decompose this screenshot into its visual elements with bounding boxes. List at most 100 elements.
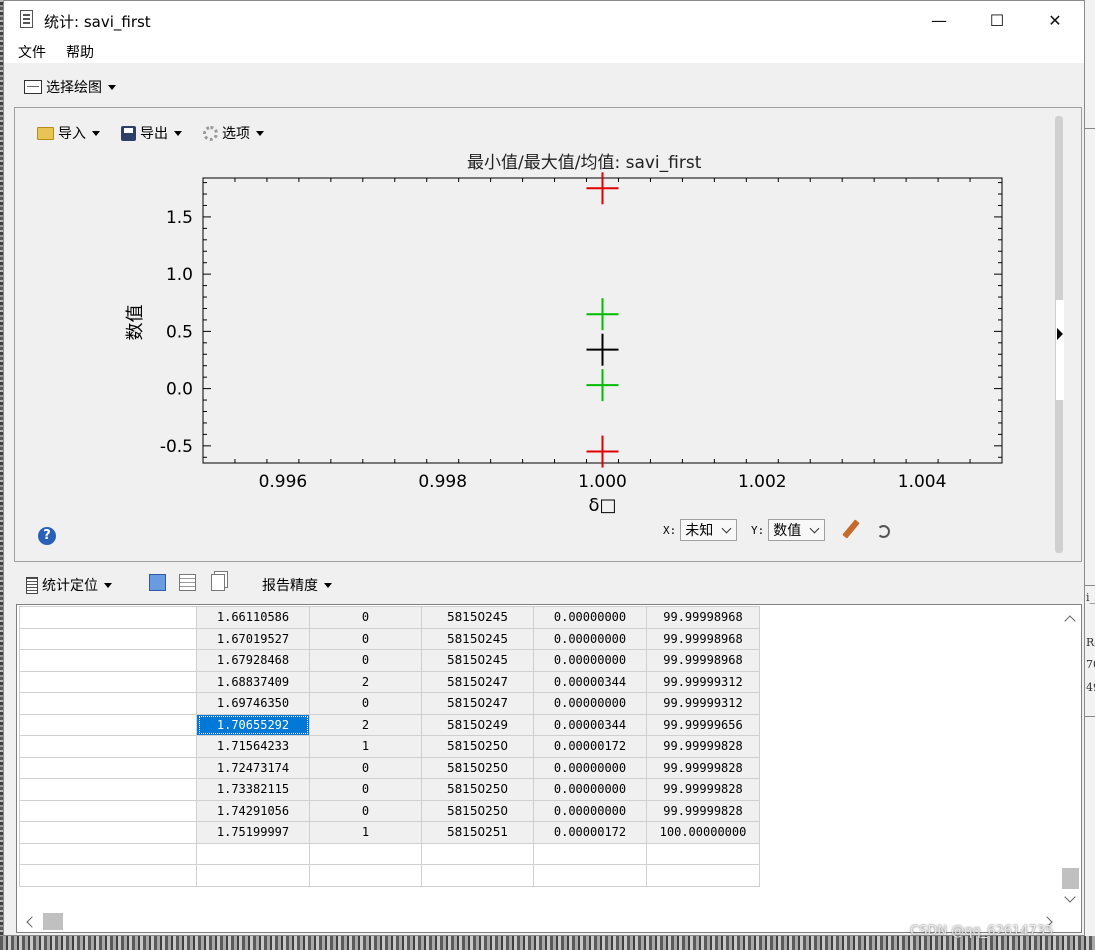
table-cell[interactable] (19, 735, 197, 758)
table-cell[interactable]: 0 (309, 627, 422, 650)
table-cell[interactable]: 0 (309, 756, 422, 779)
table-cell[interactable]: 99.99998968 (646, 627, 760, 650)
maximize-button[interactable]: ☐ (968, 1, 1026, 39)
table-cell[interactable]: 0 (309, 649, 422, 672)
view-table-button[interactable] (179, 574, 196, 591)
table-cell[interactable] (196, 864, 310, 887)
table-cell[interactable] (19, 864, 197, 887)
x-axis-select[interactable]: 未知 (680, 519, 738, 541)
table-cell[interactable]: 1.71564233 (196, 735, 310, 758)
table-cell[interactable]: 2 (309, 713, 422, 736)
table-cell[interactable] (533, 864, 647, 887)
table-cell[interactable]: 100.00000000 (646, 821, 760, 844)
select-plot-dropdown[interactable]: 选择绘图 (24, 77, 116, 97)
table-cell[interactable]: 58150250 (421, 778, 534, 801)
table-cell[interactable] (646, 842, 760, 865)
table-cell[interactable] (533, 842, 647, 865)
table-cell[interactable]: 0.00000000 (533, 756, 647, 779)
table-cell[interactable]: 0 (309, 606, 422, 629)
table-cell[interactable] (421, 842, 534, 865)
table-cell[interactable]: 58150245 (421, 627, 534, 650)
table-cell[interactable]: 58150247 (421, 692, 534, 715)
table-cell[interactable]: 58150250 (421, 799, 534, 822)
table-cell[interactable]: 1.68837409 (196, 670, 310, 693)
table-cell[interactable]: 99.99999828 (646, 756, 760, 779)
table-cell[interactable]: 1.70655292 (196, 713, 310, 736)
plot-side-thumb[interactable] (1056, 300, 1064, 400)
table-cell[interactable]: 1.73382115 (196, 778, 310, 801)
table-cell[interactable]: 0.00000172 (533, 821, 647, 844)
refresh-icon[interactable] (877, 525, 890, 538)
table-cell[interactable] (19, 627, 197, 650)
table-cell[interactable]: 1.67928468 (196, 649, 310, 672)
table-cell[interactable]: 0.00000000 (533, 778, 647, 801)
table-cell[interactable]: 58150245 (421, 606, 534, 629)
table-cell[interactable] (19, 821, 197, 844)
table-cell[interactable]: 1 (309, 735, 422, 758)
y-axis-select[interactable]: 数值 (768, 519, 826, 541)
table-cell[interactable]: 58150245 (421, 649, 534, 672)
table-cell[interactable]: 0.00000344 (533, 713, 647, 736)
table-cell[interactable] (19, 713, 197, 736)
table-cell[interactable] (19, 778, 197, 801)
help-icon[interactable]: ? (38, 527, 56, 545)
menu-help[interactable]: 帮助 (66, 42, 94, 62)
menu-file[interactable]: 文件 (18, 42, 46, 62)
table-cell[interactable]: 1.74291056 (196, 799, 310, 822)
table-cell[interactable] (196, 842, 310, 865)
table-cell[interactable]: 58150250 (421, 756, 534, 779)
scroll-thumb[interactable] (43, 913, 63, 930)
table-cell[interactable]: 0.00000000 (533, 606, 647, 629)
table-cell[interactable] (19, 842, 197, 865)
table-cell[interactable]: 1.67019527 (196, 627, 310, 650)
table-cell[interactable] (19, 606, 197, 629)
table-cell[interactable]: 0.00000000 (533, 692, 647, 715)
table-cell[interactable] (421, 864, 534, 887)
table-cell[interactable]: 0.00000000 (533, 799, 647, 822)
view-single-button[interactable] (149, 574, 166, 591)
table-cell[interactable]: 1.66110586 (196, 606, 310, 629)
expand-arrow-icon[interactable] (1057, 328, 1063, 340)
table-cell[interactable]: 99.99999828 (646, 799, 760, 822)
vertical-scrollbar[interactable] (1060, 605, 1081, 911)
table-cell[interactable]: 0 (309, 692, 422, 715)
report-precision-dropdown[interactable]: 报告精度 (262, 575, 332, 595)
table-cell[interactable] (19, 756, 197, 779)
copy-button[interactable] (211, 574, 225, 591)
table-cell[interactable]: 0 (309, 778, 422, 801)
table-cell[interactable] (646, 864, 760, 887)
table-cell[interactable]: 58150249 (421, 713, 534, 736)
table-cell[interactable] (309, 842, 422, 865)
table-cell[interactable]: 0.00000000 (533, 627, 647, 650)
table-cell[interactable]: 99.99999828 (646, 778, 760, 801)
table-cell[interactable]: 2 (309, 670, 422, 693)
table-cell[interactable]: 1.75199997 (196, 821, 310, 844)
scroll-left-icon[interactable] (26, 916, 38, 928)
table-cell[interactable]: 0.00000000 (533, 649, 647, 672)
table-cell[interactable]: 1.69746350 (196, 692, 310, 715)
table-cell[interactable]: 1 (309, 821, 422, 844)
table-cell[interactable] (19, 670, 197, 693)
table-cell[interactable]: 0 (309, 799, 422, 822)
table-cell[interactable]: 99.99999656 (646, 713, 760, 736)
stats-locate-dropdown[interactable]: 统计定位 (26, 575, 112, 595)
minimize-button[interactable]: — (910, 1, 968, 39)
table-cell[interactable]: 99.99998968 (646, 606, 760, 629)
scroll-down-icon[interactable] (1064, 891, 1076, 903)
table-cell[interactable]: 0.00000344 (533, 670, 647, 693)
table-cell[interactable]: 99.99999312 (646, 692, 760, 715)
scroll-up-icon[interactable] (1064, 615, 1076, 627)
table-cell[interactable] (309, 864, 422, 887)
table-cell[interactable] (19, 799, 197, 822)
table-cell[interactable] (19, 649, 197, 672)
table-cell[interactable]: 58150250 (421, 735, 534, 758)
table-cell[interactable]: 58150251 (421, 821, 534, 844)
table-cell[interactable]: 0.00000172 (533, 735, 647, 758)
table-cell[interactable]: 58150247 (421, 670, 534, 693)
scroll-thumb[interactable] (1062, 868, 1079, 889)
table-cell[interactable]: 99.99998968 (646, 649, 760, 672)
table-cell[interactable]: 1.72473174 (196, 756, 310, 779)
table-cell[interactable]: 99.99999828 (646, 735, 760, 758)
close-button[interactable]: ✕ (1026, 1, 1084, 39)
table-cell[interactable] (19, 692, 197, 715)
